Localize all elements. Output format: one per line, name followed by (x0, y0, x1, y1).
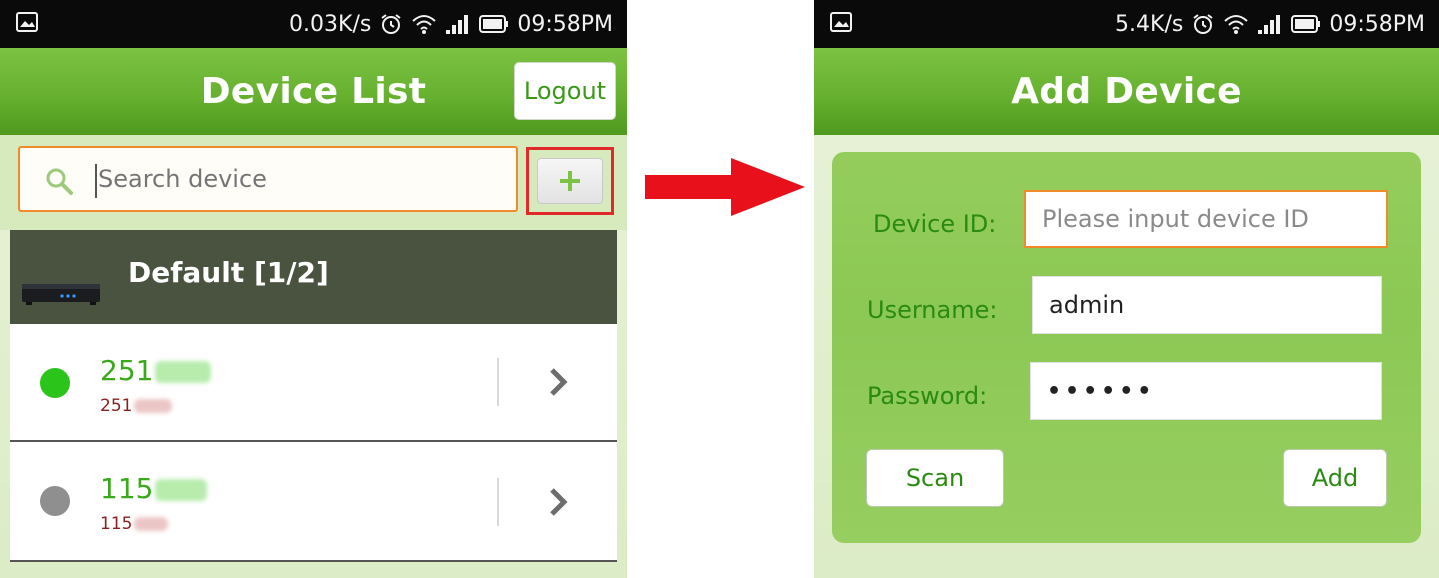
title-bar: Add Device (814, 48, 1439, 135)
device-row[interactable]: 251 251 (10, 324, 617, 440)
group-label: Default [1/2] (128, 256, 329, 289)
password-field[interactable]: •••••• (1030, 362, 1382, 420)
password-value: •••••• (1047, 378, 1156, 404)
device-group-header[interactable]: Default [1/2] (10, 230, 617, 324)
row-separator (10, 560, 617, 562)
search-icon (46, 168, 73, 195)
add-device-screen: 5.4K/s 09:58PM Add Device Device ID: Ple… (814, 0, 1439, 578)
username-field[interactable]: admin (1032, 276, 1382, 334)
chevron-right-icon[interactable] (546, 365, 572, 399)
search-bar (0, 135, 627, 230)
battery-icon (479, 15, 509, 33)
password-label: Password: (867, 382, 988, 410)
add-device-button[interactable] (537, 158, 603, 204)
status-bar: 5.4K/s 09:58PM (814, 0, 1439, 48)
username-label: Username: (867, 296, 998, 324)
search-box[interactable] (18, 146, 518, 212)
logout-button[interactable]: Logout (514, 62, 616, 120)
title-bar: Device List Logout (0, 48, 627, 135)
row-divider (497, 358, 499, 406)
search-input[interactable] (98, 148, 498, 210)
add-button[interactable]: Add (1283, 449, 1387, 507)
scan-button[interactable]: Scan (866, 449, 1004, 507)
alarm-icon (1193, 14, 1213, 34)
online-status-dot (40, 368, 70, 398)
alarm-icon (381, 14, 401, 34)
device-list-screen: 0.03K/s 09:58PM Device List Logout Searc… (0, 0, 627, 578)
battery-icon (1291, 15, 1321, 33)
offline-status-dot (40, 486, 70, 516)
status-bar: 0.03K/s 09:58PM (0, 0, 627, 48)
image-icon (16, 12, 38, 32)
wifi-icon (1224, 15, 1249, 34)
device-name: 251 (100, 354, 212, 387)
username-value: admin (1049, 291, 1125, 319)
device-id: 251 (100, 396, 173, 416)
image-icon (830, 12, 852, 32)
device-id-label: Device ID: (873, 210, 997, 238)
chevron-right-icon[interactable] (546, 485, 572, 519)
device-row[interactable]: 115 115 (10, 442, 617, 560)
arrow-right-icon (645, 158, 805, 216)
clock: 09:58PM (517, 11, 613, 37)
page-title: Add Device (1011, 71, 1242, 112)
device-id-placeholder: Please input device ID (1042, 205, 1309, 233)
add-device-highlight (526, 147, 614, 215)
network-speed: 5.4K/s (1115, 11, 1184, 37)
dvr-icon (22, 284, 100, 305)
device-id-field[interactable]: Please input device ID (1024, 190, 1388, 248)
signal-icon (1258, 15, 1281, 34)
add-device-form: Device ID: Please input device ID Userna… (832, 152, 1421, 543)
network-speed: 0.03K/s (289, 11, 372, 37)
device-id: 115 (100, 514, 169, 534)
clock: 09:58PM (1329, 11, 1425, 37)
text-caret (95, 164, 97, 198)
signal-icon (446, 15, 469, 34)
row-divider (497, 478, 499, 526)
wifi-icon (412, 15, 437, 34)
device-name: 115 (100, 472, 208, 505)
plus-icon (560, 171, 580, 191)
